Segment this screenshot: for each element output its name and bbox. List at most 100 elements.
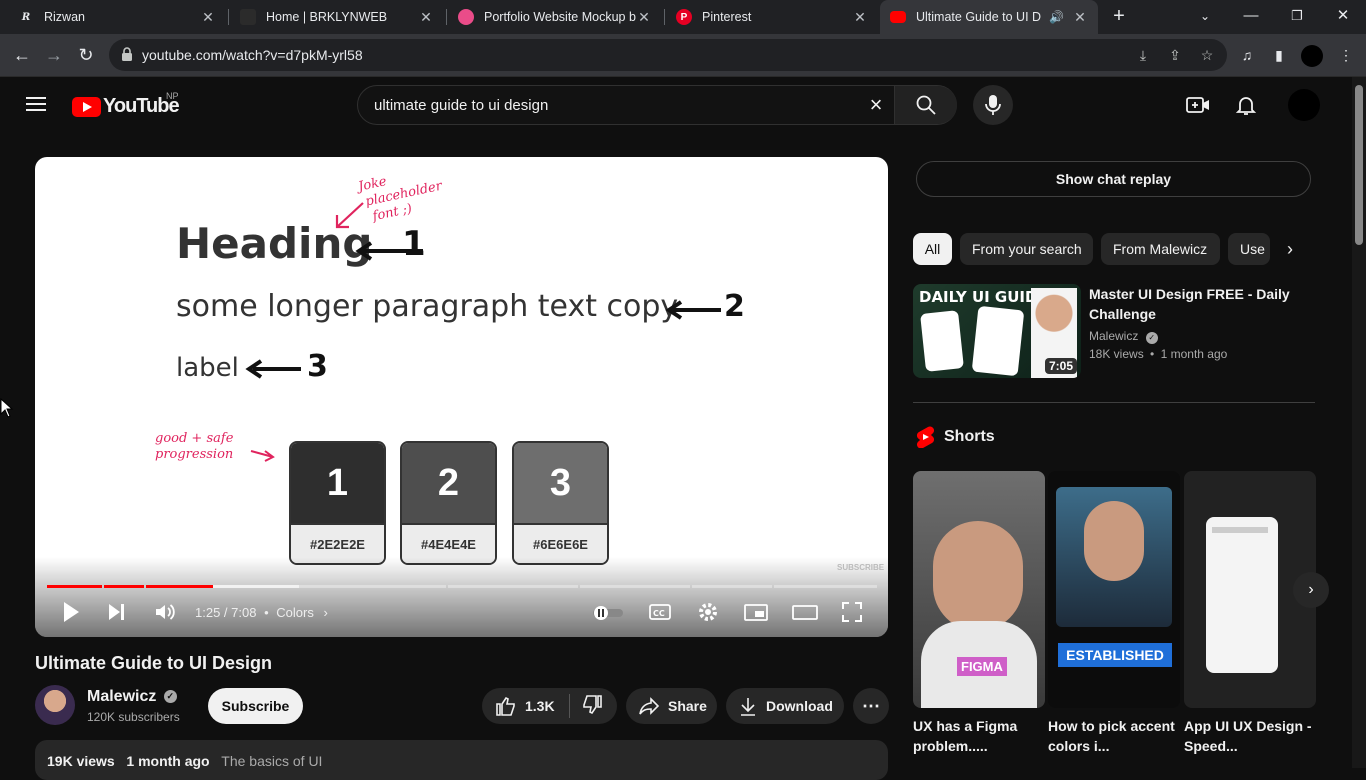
speaker-icon[interactable]: 🔊 [1049,10,1064,24]
tab-pinterest[interactable]: P Pinterest ✕ [666,0,878,34]
short-title[interactable]: App UI UX Design - Speed... [1184,716,1316,756]
swatch-number: 3 [514,443,607,523]
like-button[interactable]: 1.3K [482,694,570,718]
view-count: 19K views [47,753,115,769]
volume-icon[interactable] [153,600,177,624]
shorts-next-button[interactable]: › [1293,572,1329,608]
chapter-segment[interactable] [774,585,877,588]
time-text: 1:25 / 7:08 [195,605,257,620]
close-icon[interactable]: ✕ [1072,9,1088,26]
recommended-channel-name[interactable]: Malewicz [1089,329,1138,343]
install-icon[interactable]: ⤓ [1133,45,1153,65]
short-thumbnail-2[interactable]: ESTABLISHED [1048,471,1180,708]
chip-use[interactable]: Use [1228,233,1270,265]
search-button[interactable] [894,86,957,124]
tab-rizwan[interactable]: R Rizwan ✕ [8,0,226,34]
voice-search-button[interactable] [973,85,1013,125]
search-box[interactable]: ultimate guide to ui design × [357,85,957,125]
back-icon[interactable]: ← [10,43,34,67]
recommended-channel[interactable]: Malewicz ✓ [1089,329,1158,344]
thumbnail-phone-mock [920,310,964,372]
video-player[interactable]: Heading 1 Joke placeholder font ;) some … [35,157,888,637]
chapter-segment[interactable] [448,585,578,588]
progress-bar[interactable] [47,585,877,588]
settings-gear-icon[interactable] [696,600,720,624]
tab-divider [228,9,229,25]
shorts-heading: Shorts [944,428,995,445]
share-button[interactable]: Share [626,688,717,724]
chevron-right-icon[interactable]: › [323,605,327,620]
close-icon[interactable]: ✕ [852,9,868,26]
chapter-segment[interactable] [692,585,772,588]
youtube-logo[interactable]: YouTube [72,95,180,118]
tab-label: Rizwan [44,10,85,24]
create-video-icon[interactable] [1186,93,1210,117]
chapter-segment[interactable] [580,585,690,588]
verified-badge-icon: ✓ [1145,332,1158,344]
new-tab-button[interactable]: + [1108,5,1130,27]
short-thumbnail-1[interactable]: FIGMA [913,471,1045,708]
tab-youtube-active[interactable]: Ultimate Guide to UI De 🔊 ✕ [880,0,1098,34]
next-video-icon[interactable] [107,600,127,624]
scrollbar-thumb[interactable] [1355,85,1363,245]
share-page-icon[interactable]: ⇪ [1165,45,1185,65]
description-box[interactable]: 19K views 1 month ago The basics of UI [35,740,888,780]
clear-search-icon[interactable]: × [864,94,888,118]
theater-mode-icon[interactable] [792,600,818,624]
short-person [933,521,1023,631]
captions-icon[interactable]: CC [649,600,671,624]
video-duration: 7:05 [1044,358,1077,374]
close-icon[interactable]: ✕ [418,9,434,26]
chip-all[interactable]: All [913,233,952,265]
menu-icon[interactable] [26,97,46,111]
channel-avatar[interactable] [35,685,75,725]
recommended-title[interactable]: Master UI Design FREE - Daily Challenge [1089,284,1309,324]
subscribe-button[interactable]: Subscribe [208,688,303,724]
reload-icon[interactable]: ↻ [74,43,98,67]
show-chat-replay-button[interactable]: Show chat replay [916,161,1311,197]
tab-search-icon[interactable]: ⌄ [1190,4,1220,28]
close-icon[interactable]: ✕ [200,9,216,26]
short-title[interactable]: UX has a Figma problem..... [913,716,1045,756]
close-window-button[interactable]: ✕ [1328,4,1358,28]
tab-brklynweb[interactable]: Home | BRKLYNWEB ✕ [230,0,444,34]
search-input[interactable]: ultimate guide to ui design [374,97,548,114]
media-controls-icon[interactable]: ♫ [1236,44,1258,66]
recommended-thumbnail[interactable]: DAILY UI GUIDE 7:05 [913,284,1081,378]
note-arrow-icon [250,450,275,462]
dribbble-icon [458,9,474,25]
chip-from-malewicz[interactable]: From Malewicz [1101,233,1220,265]
forward-icon[interactable]: → [42,43,66,67]
slide-paragraph: some longer paragraph text copy [176,289,679,324]
dislike-button[interactable] [570,694,604,719]
chrome-menu-icon[interactable]: ⋮ [1335,44,1357,66]
subscribe-watermark[interactable]: SUBSCRIBE [837,563,884,572]
channel-name[interactable]: Malewicz ✓ [87,688,177,706]
notifications-bell-icon[interactable] [1234,93,1258,117]
side-panel-icon[interactable]: ▮ [1268,44,1290,66]
short-title[interactable]: How to pick accent colors i... [1048,716,1180,756]
page-scrollbar[interactable] [1352,77,1366,768]
minimize-button[interactable]: — [1236,4,1266,28]
youtube-header: YouTube NP ultimate guide to ui design × [0,77,1352,133]
miniplayer-icon[interactable] [744,600,768,624]
chip-from-your-search[interactable]: From your search [960,233,1093,265]
slide-marker-2: 2 [724,289,745,324]
play-icon[interactable] [61,600,81,624]
download-button[interactable]: Download [726,688,844,724]
profile-avatar[interactable] [1301,45,1323,67]
fullscreen-icon[interactable] [841,600,863,624]
restore-button[interactable]: ❐ [1282,4,1312,28]
channel-name-text[interactable]: Malewicz [87,688,156,705]
tab-dribbble[interactable]: Portfolio Website Mockup b ✕ [448,0,662,34]
more-actions-icon[interactable]: ⋯ [853,688,889,724]
chapter-title[interactable]: Colors [276,605,314,620]
address-bar[interactable]: youtube.com/watch?v=d7pkM-yrl58 ⤓ ⇪ ☆ [109,39,1227,71]
autoplay-toggle[interactable] [591,605,625,621]
account-avatar[interactable] [1288,89,1320,121]
chevron-right-icon[interactable]: › [1278,237,1302,261]
bookmark-star-icon[interactable]: ☆ [1197,45,1217,65]
close-icon[interactable]: ✕ [636,9,652,26]
search-icon [916,95,936,115]
youtube-play-logo-icon [72,96,101,117]
